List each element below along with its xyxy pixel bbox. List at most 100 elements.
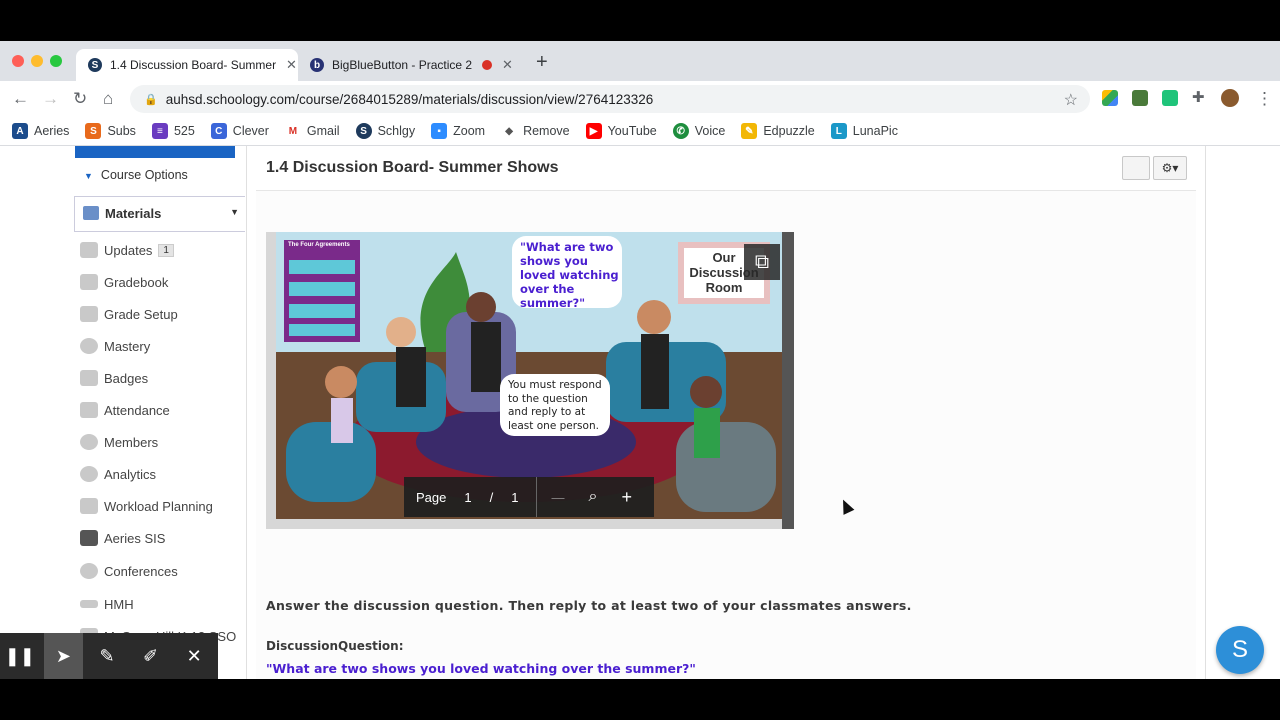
bookmark-clever[interactable]: C Clever — [210, 123, 269, 139]
back-icon[interactable]: ← — [12, 89, 29, 109]
total-pages: 1 — [511, 489, 519, 505]
schoology-icon: S — [355, 123, 372, 139]
extension-green-icon[interactable] — [1162, 90, 1178, 106]
bitmoji-classroom-image: "What are two shows you loved watching o… — [276, 232, 782, 519]
course-sidebar: ▼ Course Options Materials ▼ Updates 1 Gra… — [74, 146, 246, 679]
aeries-sis-icon — [80, 530, 98, 546]
bookmark-gmail[interactable]: M Gmail — [284, 123, 340, 139]
nav-label: Badges — [104, 370, 149, 386]
nav-label: Analytics — [104, 466, 157, 482]
content-border — [1205, 146, 1206, 679]
bookmark-label: LunaPic — [852, 124, 898, 138]
course-options-label: Course Options — [100, 168, 188, 182]
sidebar-item-analytics[interactable]: Analytics — [80, 462, 156, 486]
caret-down-icon[interactable]: ▼ — [230, 207, 239, 217]
sidebar-item-grade-setup[interactable]: Grade Setup — [80, 302, 178, 326]
browser-window: S 1.4 Discussion Board- Summer Shows ✕ b… — [0, 41, 1280, 679]
zoom-in-button[interactable]: + — [621, 487, 632, 508]
sidebar-item-badges[interactable]: Badges — [80, 366, 148, 390]
bookmark-aeries[interactable]: A Aeries — [12, 123, 69, 139]
sidebar-item-materials[interactable]: Materials ▼ — [74, 196, 245, 232]
tab-bigbluebutton[interactable]: b BigBlueButton - Practice 2 ✕ — [298, 49, 526, 81]
bookmark-voice[interactable]: ✆ Voice — [672, 123, 725, 139]
course-banner[interactable] — [75, 146, 235, 158]
menu-kebab-icon[interactable]: ⋮ — [1256, 89, 1273, 109]
discussion-question-text: "What are two shows you loved watching o… — [266, 661, 696, 676]
highlighter-icon[interactable]: ✐ — [131, 633, 171, 679]
aeries-icon: A — [12, 123, 28, 139]
browser-toolbar: ← → ↻ ⌂ 🔒 auhsd.schoology.com/course/268… — [0, 81, 1280, 117]
pointer-icon[interactable]: ➤ — [43, 633, 84, 679]
sidebar-item-aeries-sis[interactable]: Aeries SIS — [80, 526, 165, 550]
profile-avatar[interactable] — [1221, 89, 1239, 107]
extensions-puzzle-icon[interactable]: ✚ — [1192, 88, 1205, 106]
popout-icon[interactable]: ⧉ — [744, 244, 780, 280]
new-tab-icon[interactable]: + — [536, 51, 548, 74]
extension-icon[interactable] — [1132, 90, 1148, 106]
updates-count-badge: 1 — [158, 243, 174, 257]
address-bar[interactable]: 🔒 auhsd.schoology.com/course/2684015289/… — [130, 85, 1090, 113]
sidebar-item-conferences[interactable]: Conferences — [80, 559, 178, 583]
sidebar-item-hmh[interactable]: HMH — [80, 592, 134, 616]
drive-extension-icon[interactable] — [1102, 90, 1118, 106]
bookmark-525[interactable]: ≡ 525 — [151, 123, 195, 139]
sidebar-item-attendance[interactable]: Attendance — [80, 398, 170, 422]
pause-icon[interactable]: ❚❚ — [0, 633, 40, 679]
page-separator: / — [489, 489, 494, 505]
edpuzzle-icon: ✎ — [741, 123, 758, 139]
subs-icon: S — [85, 123, 102, 139]
nav-label: Mastery — [104, 338, 151, 354]
forward-icon[interactable]: → — [42, 89, 59, 109]
url-text: auhsd.schoology.com/course/2684015289/ma… — [165, 91, 654, 107]
sidebar-item-workload-planning[interactable]: Workload Planning — [80, 494, 213, 518]
tab-discussion-board[interactable]: S 1.4 Discussion Board- Summer Shows ✕ — [76, 49, 298, 81]
nav-label: Conferences — [104, 563, 178, 579]
sidebar-item-mastery[interactable]: Mastery — [80, 334, 150, 358]
home-icon[interactable]: ⌂ — [103, 89, 113, 109]
viewer-scrollbar[interactable] — [782, 232, 794, 529]
bookmark-youtube[interactable]: ▶ YouTube — [585, 123, 657, 139]
settings-gear-button[interactable]: ⚙▾ — [1153, 156, 1187, 180]
youtube-icon: ▶ — [585, 123, 602, 139]
sidebar-item-members[interactable]: Members — [80, 430, 158, 454]
close-tab-icon[interactable]: ✕ — [286, 57, 297, 73]
bookmark-zoom[interactable]: ▪ Zoom — [431, 123, 485, 139]
bookmarks-bar: A Aeries S Subs ≡ 525 C Clever M Gmail S Schlg… — [0, 117, 1280, 146]
gmail-icon: M — [284, 123, 301, 139]
bookmark-label: Aeries — [34, 124, 70, 138]
close-tab-icon[interactable]: ✕ — [502, 57, 513, 73]
maximize-window-button[interactable] — [50, 55, 62, 67]
bookmark-subs[interactable]: S Subs — [85, 123, 136, 139]
respond-speech-bubble: You must respond to the question and rep… — [500, 374, 610, 436]
sidebar-item-updates[interactable]: Updates 1 — [80, 238, 174, 262]
sidebar-item-gradebook[interactable]: Gradebook — [80, 270, 168, 294]
hmh-icon — [80, 600, 98, 608]
bookmark-label: Schlgy — [377, 124, 416, 138]
embedded-document-viewer[interactable]: "What are two shows you loved watching o… — [266, 232, 794, 529]
close-icon[interactable]: ✕ — [174, 633, 214, 679]
instructions-text: Answer the discussion question. Then rep… — [266, 598, 912, 613]
reload-icon[interactable]: ↻ — [73, 89, 87, 109]
zoom-out-button[interactable]: — — [551, 490, 564, 505]
minimize-window-button[interactable] — [31, 55, 43, 67]
materials-label: Materials — [105, 206, 162, 221]
bookmark-star-icon[interactable]: ☆ — [1064, 90, 1078, 110]
bookmark-edpuzzle[interactable]: ✎ Edpuzzle — [741, 123, 815, 139]
bookmark-schlgy[interactable]: S Schlgy — [355, 123, 416, 139]
tab-strip: S 1.4 Discussion Board- Summer Shows ✕ b… — [0, 41, 1280, 81]
blank-button[interactable] — [1122, 156, 1150, 180]
nav-label: HMH — [104, 596, 134, 612]
schoology-help-button[interactable]: S — [1216, 626, 1264, 674]
question-speech-bubble: "What are two shows you loved watching o… — [512, 236, 622, 310]
bookmark-lunapic[interactable]: L LunaPic — [830, 123, 898, 139]
zoom-icon[interactable]: ⌕ — [588, 488, 597, 506]
close-window-button[interactable] — [12, 55, 24, 67]
bookmark-label: 525 — [173, 124, 195, 138]
schoology-favicon-icon: S — [88, 58, 102, 72]
course-options[interactable]: ▼ Course Options — [84, 168, 188, 182]
current-page[interactable]: 1 — [464, 490, 471, 505]
pen-icon[interactable]: ✎ — [87, 633, 127, 679]
discussion-header: 1.4 Discussion Board- Summer Shows ⚙▾ — [256, 146, 1196, 191]
nav-label: Members — [104, 434, 159, 450]
bookmark-remove[interactable]: ◆ Remove — [501, 123, 570, 139]
